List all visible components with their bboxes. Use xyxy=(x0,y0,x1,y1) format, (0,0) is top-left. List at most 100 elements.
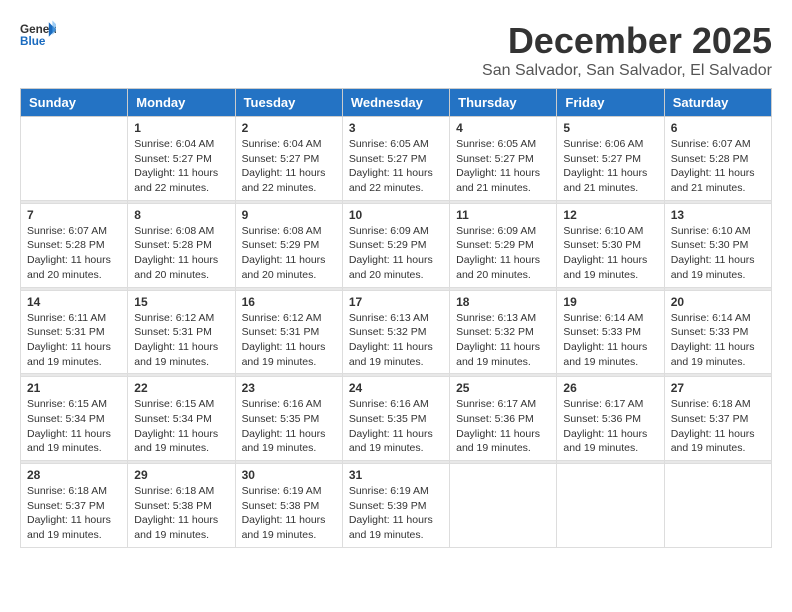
cell-info: Sunrise: 6:19 AM Sunset: 5:39 PM Dayligh… xyxy=(349,484,443,543)
cell-info: Sunrise: 6:13 AM Sunset: 5:32 PM Dayligh… xyxy=(456,311,550,370)
cell-info: Sunrise: 6:14 AM Sunset: 5:33 PM Dayligh… xyxy=(563,311,657,370)
calendar-cell-w1d4: 3 Sunrise: 6:05 AM Sunset: 5:27 PM Dayli… xyxy=(342,117,449,201)
day-number: 20 xyxy=(671,295,765,309)
calendar-cell-w5d6 xyxy=(557,464,664,548)
calendar-cell-w4d4: 24 Sunrise: 6:16 AM Sunset: 5:35 PM Dayl… xyxy=(342,377,449,461)
day-number: 8 xyxy=(134,208,228,222)
cell-info: Sunrise: 6:12 AM Sunset: 5:31 PM Dayligh… xyxy=(134,311,228,370)
calendar-cell-w1d5: 4 Sunrise: 6:05 AM Sunset: 5:27 PM Dayli… xyxy=(450,117,557,201)
calendar-cell-w2d2: 8 Sunrise: 6:08 AM Sunset: 5:28 PM Dayli… xyxy=(128,203,235,287)
cell-info: Sunrise: 6:18 AM Sunset: 5:38 PM Dayligh… xyxy=(134,484,228,543)
calendar-cell-w2d5: 11 Sunrise: 6:09 AM Sunset: 5:29 PM Dayl… xyxy=(450,203,557,287)
cell-info: Sunrise: 6:04 AM Sunset: 5:27 PM Dayligh… xyxy=(242,137,336,196)
day-number: 17 xyxy=(349,295,443,309)
day-number: 28 xyxy=(27,468,121,482)
cell-info: Sunrise: 6:19 AM Sunset: 5:38 PM Dayligh… xyxy=(242,484,336,543)
logo-icon: General Blue xyxy=(20,20,56,48)
day-number: 31 xyxy=(349,468,443,482)
day-number: 21 xyxy=(27,381,121,395)
cell-info: Sunrise: 6:16 AM Sunset: 5:35 PM Dayligh… xyxy=(242,397,336,456)
cell-info: Sunrise: 6:09 AM Sunset: 5:29 PM Dayligh… xyxy=(456,224,550,283)
day-number: 15 xyxy=(134,295,228,309)
day-number: 24 xyxy=(349,381,443,395)
calendar-cell-w3d4: 17 Sunrise: 6:13 AM Sunset: 5:32 PM Dayl… xyxy=(342,290,449,374)
day-number: 7 xyxy=(27,208,121,222)
cell-info: Sunrise: 6:14 AM Sunset: 5:33 PM Dayligh… xyxy=(671,311,765,370)
calendar-cell-w4d2: 22 Sunrise: 6:15 AM Sunset: 5:34 PM Dayl… xyxy=(128,377,235,461)
calendar-cell-w2d1: 7 Sunrise: 6:07 AM Sunset: 5:28 PM Dayli… xyxy=(21,203,128,287)
week-row-2: 7 Sunrise: 6:07 AM Sunset: 5:28 PM Dayli… xyxy=(21,203,772,287)
day-number: 26 xyxy=(563,381,657,395)
week-row-3: 14 Sunrise: 6:11 AM Sunset: 5:31 PM Dayl… xyxy=(21,290,772,374)
header-tuesday: Tuesday xyxy=(235,89,342,117)
cell-info: Sunrise: 6:15 AM Sunset: 5:34 PM Dayligh… xyxy=(27,397,121,456)
cell-info: Sunrise: 6:08 AM Sunset: 5:29 PM Dayligh… xyxy=(242,224,336,283)
calendar-cell-w2d7: 13 Sunrise: 6:10 AM Sunset: 5:30 PM Dayl… xyxy=(664,203,771,287)
calendar-cell-w4d7: 27 Sunrise: 6:18 AM Sunset: 5:37 PM Dayl… xyxy=(664,377,771,461)
day-number: 2 xyxy=(242,121,336,135)
header-wednesday: Wednesday xyxy=(342,89,449,117)
calendar-cell-w4d3: 23 Sunrise: 6:16 AM Sunset: 5:35 PM Dayl… xyxy=(235,377,342,461)
cell-info: Sunrise: 6:11 AM Sunset: 5:31 PM Dayligh… xyxy=(27,311,121,370)
cell-info: Sunrise: 6:07 AM Sunset: 5:28 PM Dayligh… xyxy=(671,137,765,196)
page-header: General Blue December 2025 San Salvador,… xyxy=(20,20,772,80)
calendar-cell-w5d7 xyxy=(664,464,771,548)
week-row-5: 28 Sunrise: 6:18 AM Sunset: 5:37 PM Dayl… xyxy=(21,464,772,548)
cell-info: Sunrise: 6:10 AM Sunset: 5:30 PM Dayligh… xyxy=(563,224,657,283)
cell-info: Sunrise: 6:07 AM Sunset: 5:28 PM Dayligh… xyxy=(27,224,121,283)
calendar-cell-w5d3: 30 Sunrise: 6:19 AM Sunset: 5:38 PM Dayl… xyxy=(235,464,342,548)
calendar-cell-w2d4: 10 Sunrise: 6:09 AM Sunset: 5:29 PM Dayl… xyxy=(342,203,449,287)
calendar-cell-w5d1: 28 Sunrise: 6:18 AM Sunset: 5:37 PM Dayl… xyxy=(21,464,128,548)
cell-info: Sunrise: 6:18 AM Sunset: 5:37 PM Dayligh… xyxy=(27,484,121,543)
cell-info: Sunrise: 6:05 AM Sunset: 5:27 PM Dayligh… xyxy=(456,137,550,196)
day-number: 10 xyxy=(349,208,443,222)
calendar-cell-w1d6: 5 Sunrise: 6:06 AM Sunset: 5:27 PM Dayli… xyxy=(557,117,664,201)
location-title: San Salvador, San Salvador, El Salvador xyxy=(482,62,772,80)
calendar-cell-w3d1: 14 Sunrise: 6:11 AM Sunset: 5:31 PM Dayl… xyxy=(21,290,128,374)
cell-info: Sunrise: 6:09 AM Sunset: 5:29 PM Dayligh… xyxy=(349,224,443,283)
day-number: 9 xyxy=(242,208,336,222)
day-number: 29 xyxy=(134,468,228,482)
calendar-cell-w4d6: 26 Sunrise: 6:17 AM Sunset: 5:36 PM Dayl… xyxy=(557,377,664,461)
header-friday: Friday xyxy=(557,89,664,117)
calendar-cell-w3d5: 18 Sunrise: 6:13 AM Sunset: 5:32 PM Dayl… xyxy=(450,290,557,374)
day-number: 19 xyxy=(563,295,657,309)
calendar-cell-w5d5 xyxy=(450,464,557,548)
cell-info: Sunrise: 6:18 AM Sunset: 5:37 PM Dayligh… xyxy=(671,397,765,456)
header-thursday: Thursday xyxy=(450,89,557,117)
calendar-cell-w5d4: 31 Sunrise: 6:19 AM Sunset: 5:39 PM Dayl… xyxy=(342,464,449,548)
day-number: 14 xyxy=(27,295,121,309)
day-number: 22 xyxy=(134,381,228,395)
cell-info: Sunrise: 6:08 AM Sunset: 5:28 PM Dayligh… xyxy=(134,224,228,283)
calendar-cell-w3d3: 16 Sunrise: 6:12 AM Sunset: 5:31 PM Dayl… xyxy=(235,290,342,374)
day-number: 16 xyxy=(242,295,336,309)
day-number: 13 xyxy=(671,208,765,222)
day-number: 6 xyxy=(671,121,765,135)
header-row: Sunday Monday Tuesday Wednesday Thursday… xyxy=(21,89,772,117)
cell-info: Sunrise: 6:15 AM Sunset: 5:34 PM Dayligh… xyxy=(134,397,228,456)
day-number: 27 xyxy=(671,381,765,395)
calendar-cell-w2d3: 9 Sunrise: 6:08 AM Sunset: 5:29 PM Dayli… xyxy=(235,203,342,287)
day-number: 25 xyxy=(456,381,550,395)
header-saturday: Saturday xyxy=(664,89,771,117)
cell-info: Sunrise: 6:10 AM Sunset: 5:30 PM Dayligh… xyxy=(671,224,765,283)
day-number: 30 xyxy=(242,468,336,482)
cell-info: Sunrise: 6:06 AM Sunset: 5:27 PM Dayligh… xyxy=(563,137,657,196)
day-number: 12 xyxy=(563,208,657,222)
calendar-cell-w1d3: 2 Sunrise: 6:04 AM Sunset: 5:27 PM Dayli… xyxy=(235,117,342,201)
svg-text:Blue: Blue xyxy=(20,35,46,48)
header-sunday: Sunday xyxy=(21,89,128,117)
cell-info: Sunrise: 6:17 AM Sunset: 5:36 PM Dayligh… xyxy=(563,397,657,456)
calendar-cell-w1d2: 1 Sunrise: 6:04 AM Sunset: 5:27 PM Dayli… xyxy=(128,117,235,201)
day-number: 23 xyxy=(242,381,336,395)
day-number: 3 xyxy=(349,121,443,135)
week-row-1: 1 Sunrise: 6:04 AM Sunset: 5:27 PM Dayli… xyxy=(21,117,772,201)
calendar-cell-w2d6: 12 Sunrise: 6:10 AM Sunset: 5:30 PM Dayl… xyxy=(557,203,664,287)
calendar-cell-w4d5: 25 Sunrise: 6:17 AM Sunset: 5:36 PM Dayl… xyxy=(450,377,557,461)
calendar-cell-w5d2: 29 Sunrise: 6:18 AM Sunset: 5:38 PM Dayl… xyxy=(128,464,235,548)
day-number: 1 xyxy=(134,121,228,135)
calendar-cell-w1d1 xyxy=(21,117,128,201)
cell-info: Sunrise: 6:12 AM Sunset: 5:31 PM Dayligh… xyxy=(242,311,336,370)
title-block: December 2025 San Salvador, San Salvador… xyxy=(482,20,772,80)
calendar-cell-w3d7: 20 Sunrise: 6:14 AM Sunset: 5:33 PM Dayl… xyxy=(664,290,771,374)
